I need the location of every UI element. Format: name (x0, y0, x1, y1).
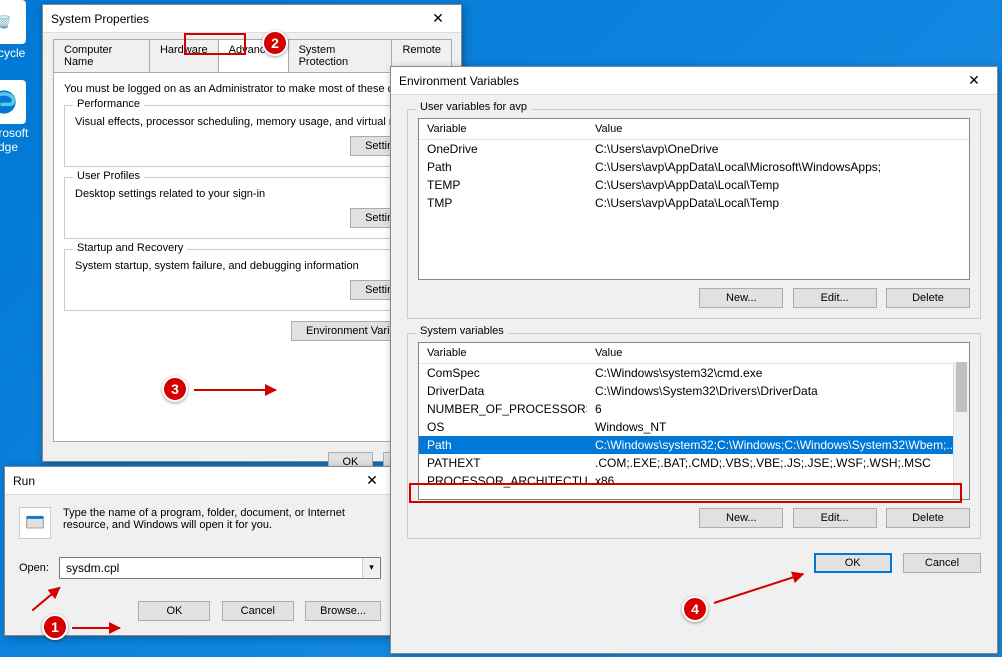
close-icon[interactable]: ✕ (357, 472, 387, 489)
chevron-down-icon[interactable]: ▾ (362, 558, 380, 578)
desktop-icon-edge[interactable]: Microsoft Edge (0, 80, 38, 154)
sys-edit-button[interactable]: Edit... (793, 508, 877, 528)
sys-var-list[interactable]: Variable Value ComSpecC:\Windows\system3… (418, 342, 970, 500)
tab-computer-name[interactable]: Computer Name (53, 39, 150, 72)
run-title: Run (13, 474, 357, 488)
table-row[interactable]: DriverDataC:\Windows\System32\Drivers\Dr… (419, 382, 969, 400)
arrow-1 (72, 627, 120, 629)
callout-1: 1 (42, 614, 68, 640)
perf-title: Performance (73, 98, 144, 110)
env-variables-window: Environment Variables ✕ User variables f… (390, 66, 998, 654)
callout-2: 2 (262, 30, 288, 56)
table-row[interactable]: PathC:\Users\avp\AppData\Local\Microsoft… (419, 158, 969, 176)
col-value[interactable]: Value (587, 119, 630, 139)
profiles-desc: Desktop settings related to your sign-in (75, 188, 429, 200)
performance-group: Performance Visual effects, processor sc… (64, 105, 440, 167)
table-row[interactable]: PROCESSOR_ARCHITECTUREx86 (419, 472, 969, 490)
col-variable[interactable]: Variable (419, 119, 587, 139)
sysprops-title: System Properties (51, 12, 423, 26)
run-dialog: Run ✕ Type the name of a program, folder… (4, 466, 396, 636)
run-cancel-button[interactable]: Cancel (222, 601, 294, 621)
run-titlebar[interactable]: Run ✕ (5, 467, 395, 495)
env-cancel-button[interactable]: Cancel (903, 553, 981, 573)
table-row[interactable]: PathC:\Windows\system32;C:\Windows;C:\Wi… (419, 436, 969, 454)
callout-3: 3 (162, 376, 188, 402)
table-row[interactable]: ComSpecC:\Windows\system32\cmd.exe (419, 364, 969, 382)
arrow-3 (194, 389, 276, 391)
run-browse-button[interactable]: Browse... (305, 601, 381, 621)
recycle-label: Recycle (0, 46, 25, 60)
open-input[interactable] (60, 558, 362, 578)
callout-4: 4 (682, 596, 708, 622)
table-row[interactable]: TEMPC:\Users\avp\AppData\Local\Temp (419, 176, 969, 194)
table-row[interactable]: NUMBER_OF_PROCESSORS6 (419, 400, 969, 418)
table-row[interactable]: PATHEXT.COM;.EXE;.BAT;.CMD;.VBS;.VBE;.JS… (419, 454, 969, 472)
profiles-title: User Profiles (73, 170, 144, 182)
sys-vars-title: System variables (416, 325, 508, 337)
run-desc: Type the name of a program, folder, docu… (63, 507, 381, 539)
run-ok-button[interactable]: OK (138, 601, 210, 621)
sys-vars-group: System variables Variable Value ComSpecC… (407, 333, 981, 539)
tab-hardware[interactable]: Hardware (149, 39, 219, 72)
table-row[interactable]: OneDriveC:\Users\avp\OneDrive (419, 140, 969, 158)
open-label: Open: (19, 562, 49, 574)
env-title: Environment Variables (399, 74, 959, 88)
recycle-bin-icon: 🗑️ (0, 0, 26, 44)
sysprops-titlebar[interactable]: System Properties ✕ (43, 5, 461, 33)
perf-desc: Visual effects, processor scheduling, me… (75, 116, 429, 128)
startup-desc: System startup, system failure, and debu… (75, 260, 429, 272)
table-row[interactable]: TMPC:\Users\avp\AppData\Local\Temp (419, 194, 969, 212)
run-icon (19, 507, 51, 539)
user-delete-button[interactable]: Delete (886, 288, 970, 308)
close-icon[interactable]: ✕ (959, 72, 989, 89)
startup-title: Startup and Recovery (73, 242, 187, 254)
col-value[interactable]: Value (587, 343, 630, 363)
edge-label: Microsoft Edge (0, 126, 28, 154)
profiles-group: User Profiles Desktop settings related t… (64, 177, 440, 239)
desktop-icon-recycle[interactable]: 🗑️ Recycle (0, 0, 38, 60)
close-icon[interactable]: ✕ (423, 10, 453, 27)
user-new-button[interactable]: New... (699, 288, 783, 308)
sys-delete-button[interactable]: Delete (886, 508, 970, 528)
env-titlebar[interactable]: Environment Variables ✕ (391, 67, 997, 95)
tab-protection[interactable]: System Protection (288, 39, 393, 72)
env-ok-button[interactable]: OK (814, 553, 892, 573)
edge-icon (0, 80, 26, 124)
user-vars-group: User variables for avp Variable Value On… (407, 109, 981, 319)
col-variable[interactable]: Variable (419, 343, 587, 363)
startup-group: Startup and Recovery System startup, sys… (64, 249, 440, 311)
scrollbar[interactable] (953, 362, 969, 499)
user-vars-title: User variables for avp (416, 101, 531, 113)
table-row[interactable]: OSWindows_NT (419, 418, 969, 436)
open-combo[interactable]: ▾ (59, 557, 381, 579)
admin-note: You must be logged on as an Administrato… (64, 83, 440, 95)
user-var-list[interactable]: Variable Value OneDriveC:\Users\avp\OneD… (418, 118, 970, 280)
sys-new-button[interactable]: New... (699, 508, 783, 528)
user-edit-button[interactable]: Edit... (793, 288, 877, 308)
